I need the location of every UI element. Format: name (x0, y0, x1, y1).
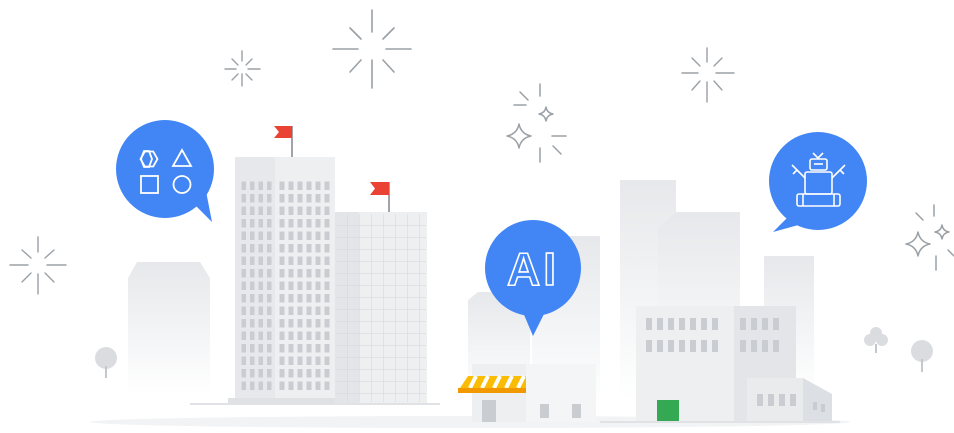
flag-icon (274, 126, 293, 157)
sparkle-icon (681, 47, 735, 103)
star-sparkle-icon (506, 83, 567, 163)
tree-icon (911, 340, 933, 372)
sparkle-icon (224, 50, 261, 87)
tree-icon (864, 327, 888, 353)
sparkle-icon (332, 9, 412, 89)
tall-tower (228, 157, 340, 405)
shop-building (458, 364, 596, 422)
star-sparkle-icon (905, 204, 954, 271)
shapes-bubble (116, 120, 214, 222)
grid-tower (335, 212, 427, 405)
city-ai-illustration: AI (9, 9, 954, 428)
shop-awning (458, 375, 526, 393)
flag-icon (370, 182, 390, 212)
tree-icon (95, 347, 117, 378)
green-door (657, 400, 679, 422)
ai-icon: AI (507, 243, 559, 295)
robot-bubble (769, 132, 867, 232)
sparkle-icon (9, 236, 67, 295)
